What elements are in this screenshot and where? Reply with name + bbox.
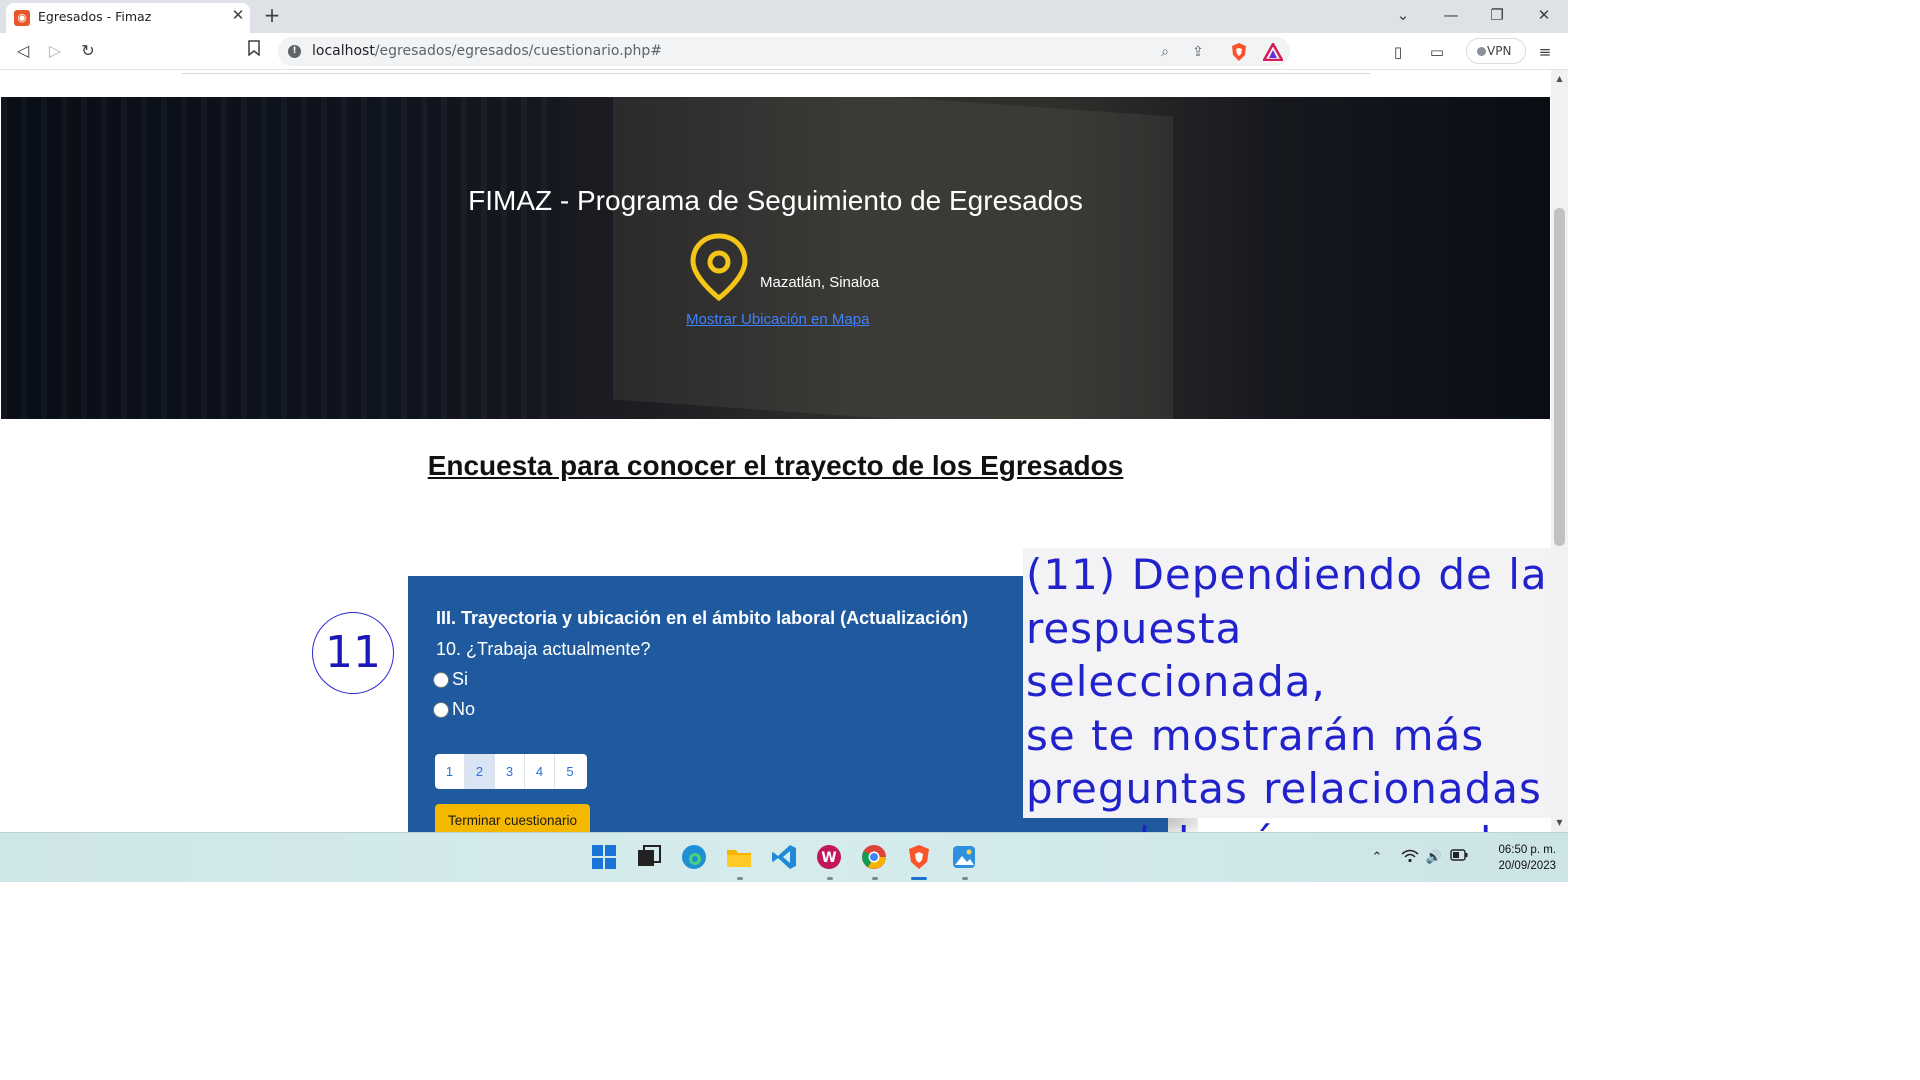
radio-si[interactable] bbox=[433, 672, 449, 688]
annotation-line: preguntas relacionadas bbox=[1026, 764, 1542, 813]
scroll-down-icon[interactable]: ▼ bbox=[1551, 816, 1568, 830]
vpn-label: VPN bbox=[1487, 44, 1512, 58]
instruction-annotation: (11) Dependiendo de la respuesta selecci… bbox=[1023, 548, 1551, 832]
browser-toolbar: ◁ ▷ ↻ ! localhost/egresados/egresados/cu… bbox=[0, 33, 1568, 70]
question-text: 10. ¿Trabaja actualmente? bbox=[436, 639, 651, 659]
close-window-button[interactable]: ✕ bbox=[1529, 4, 1559, 26]
photos-icon[interactable] bbox=[950, 843, 978, 871]
menu-icon[interactable]: ≡ bbox=[1533, 40, 1557, 64]
zoom-icon[interactable]: ⌕ bbox=[1155, 42, 1175, 62]
site-info-icon[interactable]: ! bbox=[288, 45, 301, 58]
location-text: Mazatlán, Sinaloa bbox=[760, 274, 880, 291]
annotation-line: se te mostrarán más bbox=[1026, 710, 1485, 760]
address-bar[interactable]: ! localhost/egresados/egresados/cuestion… bbox=[278, 37, 1290, 66]
hero-dark-overlay bbox=[1, 97, 1550, 419]
forward-button[interactable]: ▷ bbox=[43, 39, 67, 63]
tab-strip: ◉ Egresados - Fimaz ✕ + ⌄ — ❐ ✕ bbox=[0, 0, 1568, 33]
restore-button[interactable]: ❐ bbox=[1482, 4, 1512, 26]
volume-icon[interactable]: 🔊 bbox=[1425, 849, 1443, 867]
chrome-icon[interactable] bbox=[860, 843, 888, 871]
tab-search-chevron-icon[interactable]: ⌄ bbox=[1388, 4, 1418, 26]
option-si-label: Si bbox=[452, 669, 469, 689]
file-explorer-running-indicator bbox=[737, 877, 743, 880]
page-scrollbar[interactable]: ▲ ▼ bbox=[1551, 70, 1568, 832]
annotation-line: que deberás responder. bbox=[1026, 816, 1551, 833]
writing-app-icon[interactable]: W bbox=[815, 843, 843, 871]
bookmark-icon[interactable] bbox=[242, 39, 266, 63]
svg-text:W: W bbox=[821, 850, 836, 866]
new-tab-button[interactable]: + bbox=[262, 4, 282, 26]
step-number-badge: 11 bbox=[312, 612, 394, 694]
site-favicon-icon: ◉ bbox=[14, 10, 30, 26]
option-no-label: No bbox=[452, 699, 476, 719]
url-path: /egresados/egresados/cuestionario.php# bbox=[374, 43, 663, 59]
vpn-status-icon bbox=[1477, 47, 1486, 56]
brave-icon[interactable] bbox=[905, 843, 933, 871]
scroll-up-icon[interactable]: ▲ bbox=[1551, 72, 1568, 86]
chrome-running-indicator bbox=[872, 877, 878, 880]
section-title: III. Trayectoria y ubicación en el ámbit… bbox=[436, 608, 969, 628]
hero-banner: FIMAZ - Programa de Seguimiento de Egres… bbox=[1, 97, 1550, 419]
photos-running-indicator bbox=[962, 877, 968, 880]
finish-survey-button[interactable]: Terminar cuestionario bbox=[435, 804, 590, 832]
navbar-divider bbox=[182, 73, 1370, 74]
hero-title: FIMAZ - Programa de Seguimiento de Egres… bbox=[468, 185, 1083, 216]
brave-active-indicator bbox=[911, 877, 927, 880]
url-text[interactable]: localhost/egresados/egresados/cuestionar… bbox=[312, 43, 662, 59]
clock-time: 06:50 p. m. bbox=[1498, 844, 1556, 856]
task-view-icon[interactable] bbox=[635, 843, 663, 871]
system-clock[interactable]: 06:50 p. m. 20/09/2023 bbox=[1476, 842, 1556, 874]
share-icon[interactable]: ⇪ bbox=[1188, 42, 1208, 62]
edge-icon[interactable] bbox=[680, 843, 708, 871]
page-4-button[interactable]: 4 bbox=[525, 754, 555, 789]
radio-no[interactable] bbox=[433, 702, 449, 718]
annotation-line: (11) Dependiendo de la bbox=[1026, 550, 1548, 599]
sidebar-toggle-icon[interactable]: ▯ bbox=[1386, 40, 1410, 64]
vscode-icon[interactable] bbox=[770, 843, 798, 871]
minimize-button[interactable]: — bbox=[1436, 4, 1466, 26]
taskbar: W ⌃ 🔊 06:50 p. m. 20/09/2023 bbox=[0, 832, 1568, 882]
close-tab-icon[interactable]: ✕ bbox=[230, 7, 246, 23]
page-viewport: FIMAZ - Programa de Seguimiento de Egres… bbox=[0, 70, 1551, 832]
reload-button[interactable]: ↻ bbox=[76, 39, 100, 63]
writing-app-running-indicator bbox=[827, 877, 833, 880]
survey-heading: Encuesta para conocer el trayecto de los… bbox=[427, 450, 1124, 481]
brave-shields-icon[interactable] bbox=[1230, 42, 1248, 62]
location-pin-icon bbox=[690, 233, 748, 302]
url-host: localhost bbox=[312, 43, 375, 59]
annotation-line: respuesta seleccionada, bbox=[1026, 603, 1326, 707]
vpn-button[interactable]: VPN bbox=[1466, 38, 1526, 64]
wallet-icon[interactable]: ▭ bbox=[1425, 40, 1449, 64]
clock-date: 20/09/2023 bbox=[1498, 860, 1556, 872]
page-5-button[interactable]: 5 bbox=[555, 754, 585, 789]
pagination: 1 2 3 4 5 bbox=[435, 754, 587, 789]
show-map-link[interactable]: Mostrar Ubicación en Mapa bbox=[686, 311, 869, 328]
tab-title: Egresados - Fimaz bbox=[38, 9, 152, 24]
show-hidden-icons-icon[interactable]: ⌃ bbox=[1368, 849, 1386, 867]
page-2-button[interactable]: 2 bbox=[465, 754, 495, 789]
battery-icon[interactable] bbox=[1450, 849, 1468, 867]
scroll-thumb[interactable] bbox=[1554, 208, 1565, 546]
start-icon[interactable] bbox=[590, 843, 618, 871]
back-button[interactable]: ◁ bbox=[11, 39, 35, 63]
file-explorer-icon[interactable] bbox=[725, 843, 753, 871]
brave-rewards-icon[interactable] bbox=[1263, 43, 1283, 61]
browser-tab[interactable]: ◉ Egresados - Fimaz ✕ bbox=[6, 3, 250, 33]
page-1-button[interactable]: 1 bbox=[435, 754, 465, 789]
page-3-button[interactable]: 3 bbox=[495, 754, 525, 789]
wifi-icon[interactable] bbox=[1401, 849, 1419, 867]
